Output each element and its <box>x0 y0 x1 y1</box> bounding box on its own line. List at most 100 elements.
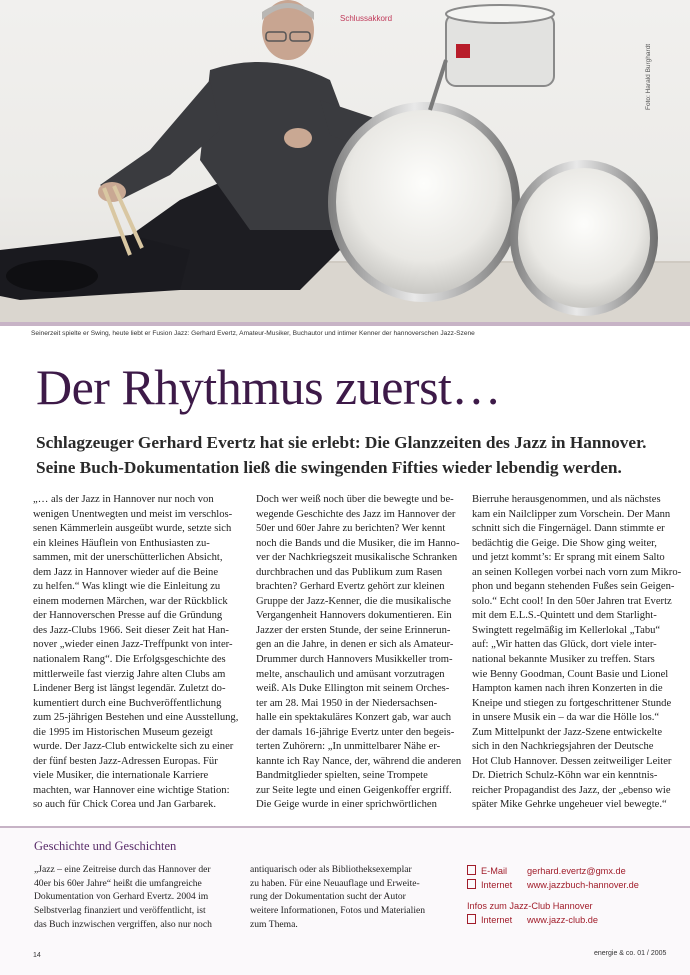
article-line: Bandmitglieder spielten, seine Trompete <box>256 770 428 782</box>
article-line: dem Jazz in Hannover wieder auf die Bein… <box>33 566 219 578</box>
article-line: nover „wieder einen Jazz-Treffpunkt von … <box>33 639 233 651</box>
info-box-line: weitere Informationen, Fotos und Materia… <box>250 905 426 917</box>
article-line: ver der Nachkriegszeit musikalische Schr… <box>256 552 458 564</box>
article-line: Gruppe der Jazz-Kenner, die die musikali… <box>256 595 451 607</box>
article-line: wegende Geschichte des Jazz im Hannover … <box>256 508 456 520</box>
article-line: solo.“ Echt cool! In den 50er Jahren tra… <box>472 595 672 607</box>
info-box-line: rung der Dokumentation sucht der Autor <box>250 891 406 903</box>
jazzclub-info-heading: Infos zum Jazz-Club Hannover <box>467 901 593 912</box>
article-line: auf: „Wir hatten das Glück, dort viele i… <box>472 639 657 651</box>
article-line: kumentiert durch eine Buchveröffentlichu… <box>33 697 222 709</box>
article-line: noch die Bands und die Musiker, die im H… <box>256 537 460 549</box>
article-line: Kneipe und stiegen zu fortgeschrittener … <box>472 697 672 709</box>
page-number: 14 <box>33 952 41 959</box>
internet-link[interactable]: www.jazzbuch-hannover.de <box>527 880 639 890</box>
article-line: Zum Mittelpunkt der Jazz-Szene entwickel… <box>472 726 663 738</box>
subheadline-line: Schlagzeuger Gerhard Evertz hat sie erle… <box>36 433 647 452</box>
article-line: zum 25-jährigen Bestehen und eine Ausste… <box>33 712 239 724</box>
article-line: mit dem E.L.S.-Quintett und dem Starligh… <box>472 610 657 622</box>
article-line: ter am 28. Mai 1950 in der Niedersachsen… <box>256 697 438 709</box>
article-line: zur Seite legte und einen Geigenkoffer e… <box>256 784 452 796</box>
article-line: an seinen Kollegen vorbei nach vorn zum … <box>472 566 682 578</box>
issue-label: energie & co. 01 / 2005 <box>594 950 667 957</box>
article-column-1: „… als der Jazz in Hannover nur noch von… <box>33 493 239 813</box>
jazzclub-link[interactable]: www.jazz-club.de <box>527 915 598 925</box>
info-box-line: das Buch inzwischen vergriffen, also nur… <box>34 918 212 930</box>
article-line: bedächtig die Geige. Die Show ging weite… <box>472 537 657 549</box>
article-line: des Jazz-Clubs 1966. Seit dieser Zeit ha… <box>33 624 229 636</box>
email-link[interactable]: gerhard.evertz@gmx.de <box>527 866 626 876</box>
info-box-line: zu haben. Für eine Neuauflage und Erweit… <box>250 877 420 889</box>
article-line: senen Kämmerlein ausgeübt wurde, setzte … <box>33 523 232 535</box>
info-box-title: Geschichte und Geschichten <box>34 839 177 853</box>
article-line: phon und begann stehenden Fußes sein Gei… <box>472 581 675 593</box>
subheadline: Schlagzeuger Gerhard Evertz hat sie erle… <box>36 430 676 480</box>
internet-icon <box>467 913 476 924</box>
internet-icon <box>467 878 476 889</box>
article-line: wie Benny Goodman, Count Basie und Lione… <box>472 668 669 680</box>
article-line: Jazzer der ersten Stunde, der seine Erin… <box>256 624 451 636</box>
article-line: so auch für Chick Corea und Jan Garbarek… <box>33 799 216 811</box>
article-line: Hot Club Hannover. Dessen zeitweiliger L… <box>472 755 672 767</box>
subheadline-line: Seine Buch-Dokumentation ließ die swinge… <box>36 458 622 477</box>
article-line: weiß. Als Duke Ellington mit seinem Orch… <box>256 683 450 695</box>
article-line: der Hannoverschen Presse auf die Gründun… <box>33 610 223 622</box>
article-line: melte, anschaulich und amüsant vorzutrag… <box>256 668 445 680</box>
photo-divider <box>0 322 690 326</box>
drummer-photo-illustration <box>0 0 690 322</box>
info-box-line: Dokumentation von Gerhard Evertz. 2004 i… <box>34 891 209 903</box>
article-line: später Mike Gehrke ungeheuer viel bewegt… <box>472 799 667 811</box>
article-line: wurde. Der Jazz-Club entwickelte sich zu… <box>33 741 234 753</box>
article-line: sich in den Nachkriegsjahren der Deutsch… <box>472 741 654 753</box>
article-line: kam ein Nailclipper zum Vorschein. Der M… <box>472 508 671 520</box>
article-line: Doch wer weiß noch über die bewegte und … <box>256 494 454 505</box>
photo-kicker: Schlussakkord <box>340 14 393 23</box>
article-line: Bierruhe herausgenommen, und als nächste… <box>472 494 661 505</box>
article-line: national bekannte Musiker zu treffen. St… <box>472 654 655 666</box>
email-row: E-Mail gerhard.evertz@gmx.de <box>467 865 639 879</box>
article-line: halle ein spektakuläres Konzert gab, war… <box>256 712 452 724</box>
email-icon <box>467 865 476 875</box>
article-line: der fünf besten Jazz-Adressen Europas. F… <box>33 755 218 767</box>
article-line: brachten? Gerhard Evertz gehört zur klei… <box>256 581 445 593</box>
article-line: in unsere Musik ein – da war die Hölle l… <box>472 712 660 724</box>
internet-row: Internet www.jazzbuch-hannover.de <box>467 878 639 893</box>
article-line: Hampton kamen nach ihren Konzerten in di… <box>472 683 663 695</box>
headline: Der Rhythmus zuerst… <box>36 359 501 415</box>
article-line: nationalem Rang“. Die Erfolgsgeschichte … <box>33 654 226 666</box>
info-box-line: antiquarisch oder als Bibliotheksexempla… <box>250 864 412 875</box>
article-line: mittlerweile fast vierzig Jahre alten Cl… <box>33 668 226 680</box>
article-line: Lindener Berg ist längst legendär. Zulet… <box>33 683 226 695</box>
info-box-line: 40er bis 60er Jahre“ heißt die umfangrei… <box>34 877 202 889</box>
article-line: reicher Propagandist des Jazz, der „eben… <box>472 784 671 796</box>
article-line: Vergangenheit Hannovers dokumentieren. E… <box>256 610 452 622</box>
article-column-3: Bierruhe herausgenommen, und als nächste… <box>472 493 682 813</box>
article-line: wenigen Unentwegten und meist im verschl… <box>33 508 233 520</box>
info-box-column-1: „Jazz – eine Zeitreise durch das Hannove… <box>34 863 212 932</box>
info-box-line: „Jazz – eine Zeitreise durch das Hannove… <box>34 864 211 875</box>
article-line: 50er und 60er Jahre zu berichten? Wer ke… <box>256 523 446 535</box>
article-line: Swingtett regelmäßig im Kellerlokal „Tab… <box>472 624 661 636</box>
article-line: schnitt sich die Fingernägel. Dann stimm… <box>472 523 665 535</box>
info-box-column-2: antiquarisch oder als Bibliotheksexempla… <box>250 863 425 932</box>
internet-label: Internet <box>481 914 513 925</box>
internet-row-2: Internet www.jazz-club.de <box>467 913 639 928</box>
article-line: und jetzt kommt’s: Er sprang mit einem S… <box>472 552 665 564</box>
article-line: die 1995 im Historischen Museum gezeigt <box>33 726 213 738</box>
article-line: Dr. Dietrich Schulz-Köhn war ein kenntni… <box>472 770 658 782</box>
photo-caption: Seinerzeit spielte er Swing, heute liebt… <box>31 330 475 337</box>
article-line: kannte ich Ray Nance, der, während die a… <box>256 755 462 767</box>
article-line: sammen, mit der unerschütterlichen Absic… <box>33 552 223 564</box>
article-line: machten, war Hannover eine wichtige Stat… <box>33 784 230 796</box>
article-line: einem modernen Märchen, war der Rückblic… <box>33 595 228 607</box>
article-line: der damals 16-jährige Evertz unter den b… <box>256 726 455 738</box>
info-box-line: zum Thema. <box>250 918 298 930</box>
article-line: gen an die Jahre, in denen er sich als A… <box>256 639 454 651</box>
article-line: Drummer durch Hannovers Musikkeller trom… <box>256 654 453 666</box>
article-line: durchbrachen und das Publikum zum Rasen <box>256 566 443 578</box>
article-column-2: Doch wer weiß noch über die bewegte und … <box>256 493 462 813</box>
photo-credit: Foto: Harald Burghardt <box>645 43 652 110</box>
hero-photo: Schlussakkord Foto: Harald Burghardt <box>0 0 690 322</box>
article-line: Die Geige wurde in einer sprichwörtliche… <box>256 799 437 811</box>
article-line: zu helfen.“ Was klingt wie die Einleitun… <box>33 581 221 593</box>
